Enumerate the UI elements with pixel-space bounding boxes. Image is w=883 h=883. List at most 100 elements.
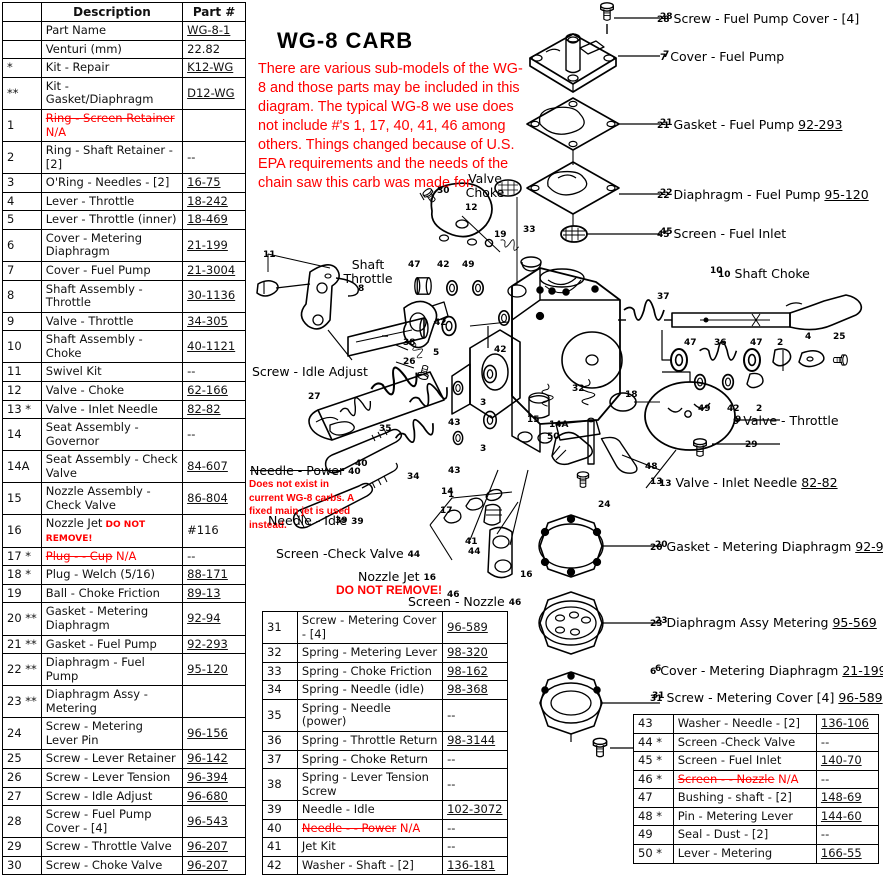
table-row: Venturi (mm) 22.82	[2, 39, 246, 60]
row-partnumber-cell[interactable]: 98-368	[442, 680, 508, 700]
row-partnumber-cell[interactable]: 89-13	[182, 583, 246, 604]
row-partnumber-cell[interactable]: 30-1136	[182, 279, 246, 313]
row-index-cell: 20 **	[2, 602, 42, 636]
callout-diaphragm-fuel-pump: 22 Diaphragm - Fuel Pump 95-120	[657, 187, 869, 202]
drawing-number: 3	[480, 398, 487, 408]
row-partnumber-cell[interactable]: 98-320	[442, 643, 508, 663]
table-row: 16 Nozzle Jet DO NOT REMOVE! #116	[2, 514, 246, 548]
row-partnumber-cell[interactable]: 95-120	[182, 653, 246, 687]
row-partnumber-cell[interactable]: 96-680	[182, 786, 246, 807]
row-partnumber-cell[interactable]: 96-207	[182, 837, 246, 857]
diagram-title: WG-8 CARB	[277, 28, 414, 53]
row-description-cell: Screw - Lever Retainer	[40, 749, 184, 769]
drawing-number: 18	[625, 390, 638, 400]
row-partnumber-cell: --	[442, 749, 508, 770]
row-partnumber-cell[interactable]: 96-589	[442, 610, 508, 645]
row-partnumber-cell[interactable]: 96-142	[182, 749, 246, 769]
drawing-number: 45	[660, 227, 673, 237]
row-index-cell: 49	[633, 825, 674, 845]
row-index-cell: 7	[2, 261, 42, 281]
row-partnumber-cell[interactable]: WG-8-1	[182, 21, 246, 41]
row-description-cell: Screw - Idle Adjust	[40, 786, 184, 807]
row-description-cell: Lever - Throttle (inner)	[40, 210, 184, 230]
row-partnumber-cell[interactable]: 40-1121	[182, 330, 246, 364]
row-partnumber-cell[interactable]: 136-106	[815, 714, 880, 734]
row-partnumber-cell: --	[815, 732, 880, 753]
col-header-partnum: Part #	[182, 1, 246, 23]
row-partnumber-cell[interactable]: 140-70	[815, 751, 880, 771]
row-description-cell: Lever - Throttle	[40, 191, 184, 212]
row-partnumber-cell: --	[182, 418, 246, 452]
row-partnumber-cell[interactable]: 148-69	[815, 788, 880, 808]
drawing-number: 17	[440, 506, 453, 516]
callout-text: Cover - Metering Diaphragm	[660, 663, 839, 678]
row-partnumber-cell[interactable]: 88-171	[182, 565, 246, 585]
table-row: 48 * Pin - Metering Lever 144-60	[633, 806, 880, 827]
row-partnumber-cell[interactable]: 84-607	[182, 450, 246, 484]
drawing-number: 33	[523, 225, 536, 235]
row-partnumber-cell[interactable]: 21-3004	[182, 261, 246, 281]
callout-screw-idle-adjust: Screw - Idle Adjust	[252, 364, 368, 379]
row-partnumber-cell[interactable]: 166-55	[815, 843, 880, 864]
row-partnumber-cell[interactable]: 34-305	[182, 311, 246, 332]
row-partnumber-cell[interactable]: 16-75	[182, 173, 246, 193]
row-partnumber-cell[interactable]: 18-242	[182, 191, 246, 212]
row-partnumber-cell[interactable]: 96-156	[182, 717, 246, 751]
table-row: 26 Screw - Lever Tension 96-394	[2, 768, 246, 788]
drawing-number: 15	[527, 415, 540, 425]
row-partnumber-cell[interactable]: 96-543	[182, 805, 246, 839]
row-partnumber-cell[interactable]: 98-3144	[442, 730, 508, 751]
row-description-cell: Spring - Choke Return	[296, 749, 444, 770]
callout-screw-metering-cover: 31 Screw - Metering Cover [4] 96-589	[650, 690, 883, 705]
row-partnumber-cell[interactable]: 98-162	[442, 661, 508, 682]
row-index-cell: 40	[262, 818, 298, 839]
row-description-cell: Lever - Metering	[672, 843, 817, 864]
row-index-cell: 28	[2, 805, 42, 839]
row-index-cell: 47	[633, 788, 674, 808]
row-index-cell: 50 *	[633, 843, 674, 864]
table-row: 22 ** Diaphragm - Fuel Pump 95-120	[2, 653, 246, 687]
callout-text: Screw - Fuel Pump Cover - [4]	[673, 11, 860, 26]
row-partnumber-cell[interactable]: 62-166	[182, 380, 246, 401]
row-partnumber-cell[interactable]: 86-804	[182, 482, 246, 516]
row-partnumber-cell[interactable]: 96-207	[182, 855, 246, 876]
row-index-cell: 41	[262, 837, 298, 857]
drawing-number: 7	[663, 50, 670, 60]
callout-partnum: 82-82	[801, 475, 838, 490]
row-partnumber-cell[interactable]: 144-60	[815, 806, 880, 827]
row-partnumber-cell[interactable]: 96-394	[182, 768, 246, 788]
table-row: 12 Valve - Choke 62-166	[2, 380, 246, 401]
drawing-number: 29	[745, 440, 758, 450]
row-partnumber-cell: --	[182, 546, 246, 567]
row-partnumber-cell	[182, 685, 246, 719]
row-description-cell: O'Ring - Needles - [2]	[40, 173, 184, 193]
row-partnumber-cell[interactable]: 92-94	[182, 602, 246, 636]
callout-screw-fuel-pump-cover: 28 Screw - Fuel Pump Cover - [4]	[657, 11, 859, 26]
callout-text: Valve - Inlet Needle	[675, 475, 798, 490]
callout-screen-check-valve: Screen -Check Valve 44	[276, 546, 420, 561]
row-description-cell: Pin - Metering Lever	[672, 806, 817, 827]
table-row: 3 O'Ring - Needles - [2] 16-75	[2, 173, 246, 193]
callout-text: Gasket - Fuel Pump	[673, 117, 795, 132]
drawing-number: 8	[358, 284, 365, 294]
callout-partnum: 92-94	[855, 539, 883, 554]
row-partnumber-cell[interactable]: 102-3072	[442, 800, 508, 820]
row-partnumber-cell[interactable]: D12-WG	[182, 76, 246, 110]
row-index-cell: 44 *	[633, 732, 674, 753]
row-partnumber-cell[interactable]: 18-469	[182, 210, 246, 230]
drawing-number: 26	[403, 357, 416, 367]
row-partnumber-cell	[182, 108, 246, 143]
drawing-number: 3	[480, 444, 487, 454]
row-partnumber-cell[interactable]: 92-293	[182, 634, 246, 655]
table-row: 8 Shaft Assembly - Throttle 30-1136	[2, 279, 246, 313]
row-description-cell: Shaft Assembly - Choke	[40, 330, 184, 364]
row-description-cell: Kit - Repair	[40, 58, 184, 78]
row-partnumber-cell[interactable]: K12-WG	[182, 58, 246, 78]
row-partnumber-cell[interactable]: 21-199	[182, 228, 246, 263]
table-row: 42 Washer - Shaft - [2] 136-181	[262, 855, 508, 876]
row-partnumber-cell[interactable]: 82-82	[182, 399, 246, 420]
row-partnumber-cell[interactable]: 136-181	[442, 855, 508, 876]
row-description-cell: Spring - Throttle Return	[296, 730, 444, 751]
table-row: 15 Nozzle Assembly - Check Valve 86-804	[2, 482, 246, 516]
row-index-cell: 42	[262, 855, 298, 876]
